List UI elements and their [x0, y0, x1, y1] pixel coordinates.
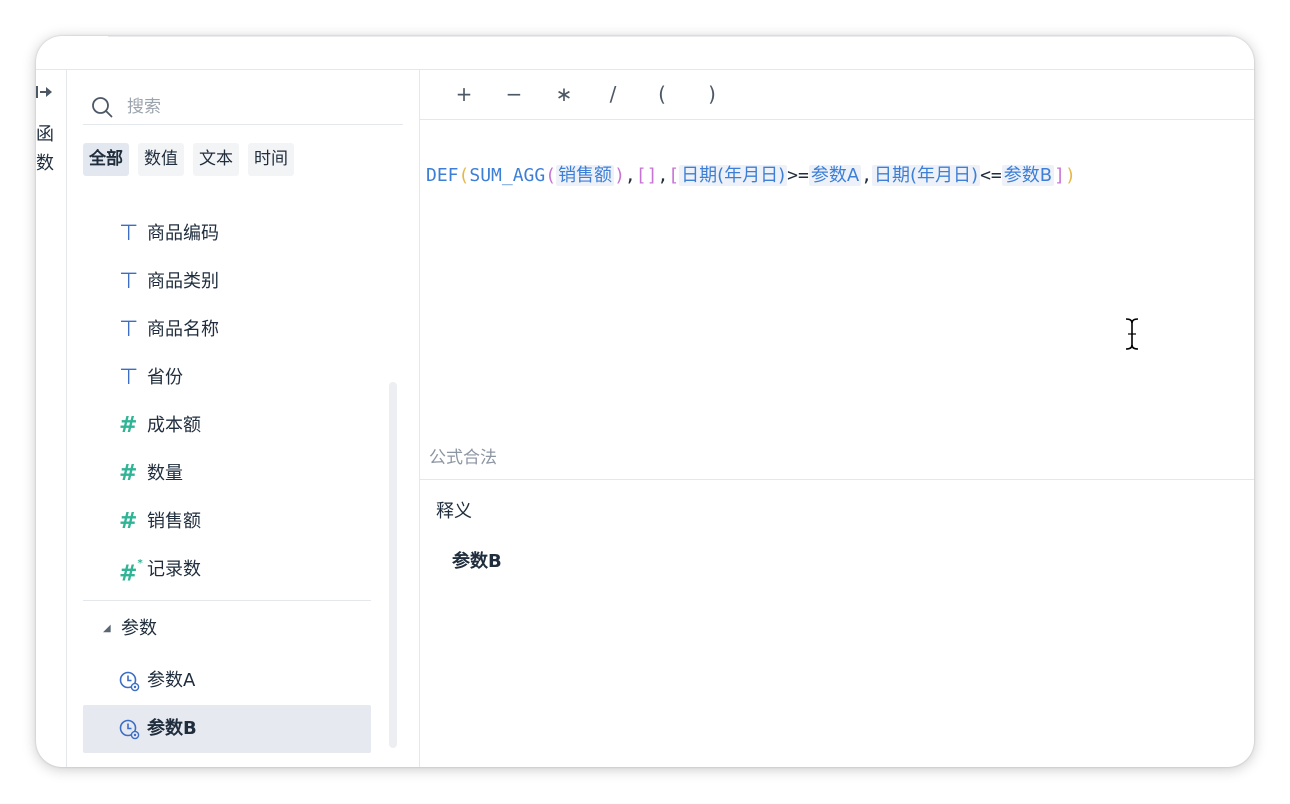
formula-param-token[interactable]: 参数B: [1001, 165, 1055, 186]
parameter-clock-icon: [119, 671, 140, 692]
formula-validation-status: 公式合法: [429, 448, 497, 468]
collapse-triangle-icon: ◢: [103, 623, 111, 634]
operator-multiply-button[interactable]: ∗: [550, 78, 578, 110]
text-type-icon: ⊤: [119, 221, 139, 246]
description-title: 释义: [436, 501, 472, 522]
param-item-b[interactable]: 参数B: [83, 705, 371, 753]
formula-field-token[interactable]: 日期(年月日): [679, 165, 788, 186]
params-group-header[interactable]: ◢ 参数: [83, 601, 371, 657]
field-list-scrollbar[interactable]: [389, 382, 397, 748]
text-type-icon: ⊤: [119, 365, 139, 390]
top-bar: [36, 36, 1254, 70]
formula-function-sum-agg: SUM_AGG: [469, 165, 546, 186]
field-item[interactable]: ⊤ 省份: [83, 354, 371, 402]
text-type-icon: ⊤: [119, 269, 139, 294]
formula-operator: <=: [980, 165, 1002, 186]
field-panel: 全部 数值 文本 时间 ⊤ 商品编码 ⊤ 商品类别 ⊤ 商品名称 ⊤ 省份: [67, 70, 420, 767]
number-type-icon: #: [119, 461, 138, 486]
param-item-a[interactable]: 参数A: [83, 657, 371, 705]
field-item[interactable]: # 成本额: [83, 402, 371, 450]
filter-number[interactable]: 数值: [138, 143, 184, 176]
function-tab-label[interactable]: 函数: [36, 120, 56, 178]
field-item[interactable]: ⊤ 商品类别: [83, 258, 371, 306]
formula-field-token[interactable]: 销售额: [556, 165, 615, 186]
formula-param-token[interactable]: 参数A: [808, 165, 862, 186]
field-item[interactable]: #* 记录数: [83, 546, 371, 594]
formula-operator: >=: [787, 165, 809, 186]
operator-toolbar: + − ∗ / ( ): [420, 70, 1254, 120]
text-cursor-icon: [1125, 318, 1139, 350]
filter-time[interactable]: 时间: [248, 143, 294, 176]
field-item[interactable]: # 销售额: [83, 498, 371, 546]
field-item[interactable]: ⊤ 商品名称: [83, 306, 371, 354]
description-item-name: 参数B: [452, 551, 502, 572]
field-item[interactable]: ⊤ 商品编码: [83, 210, 371, 258]
operator-divide-button[interactable]: /: [599, 78, 627, 110]
description-divider: [420, 479, 1254, 480]
field-item[interactable]: # 数量: [83, 450, 371, 498]
record-count-icon: #*: [119, 558, 143, 587]
number-type-icon: #: [119, 413, 138, 438]
formula-function-def: DEF: [426, 165, 459, 186]
field-list: ⊤ 商品编码 ⊤ 商品类别 ⊤ 商品名称 ⊤ 省份 # 成本额 # 数量 # 销…: [83, 210, 371, 753]
formula-editor-window: 函数 全部 数值 文本 时间 ⊤ 商品编码 ⊤ 商品类别: [36, 36, 1254, 767]
formula-editor: + − ∗ / ( ) DEF(SUM_AGG(销售额),[],[日期(年月日)…: [420, 70, 1254, 767]
formula-empty-list: []: [635, 165, 658, 186]
filter-all[interactable]: 全部: [83, 143, 129, 176]
formula-input[interactable]: DEF(SUM_AGG(销售额),[],[日期(年月日) >= 参数A, 日期(年月日…: [426, 162, 1076, 190]
operator-open-paren-button[interactable]: (: [648, 78, 676, 110]
expand-panel-icon[interactable]: [36, 84, 54, 100]
operator-close-paren-button[interactable]: ): [698, 78, 726, 110]
field-type-filters: 全部 数值 文本 时间: [83, 143, 294, 176]
operator-plus-button[interactable]: +: [450, 78, 478, 110]
parameter-clock-icon: [119, 719, 140, 740]
filter-text[interactable]: 文本: [193, 143, 239, 176]
operator-minus-button[interactable]: −: [500, 78, 528, 110]
search-icon: [92, 97, 113, 118]
formula-field-token[interactable]: 日期(年月日): [872, 165, 981, 186]
search-input[interactable]: [125, 94, 389, 120]
text-type-icon: ⊤: [119, 317, 139, 342]
function-sidebar-strip: 函数: [36, 70, 67, 767]
search-box: [83, 88, 403, 125]
number-type-icon: #: [119, 509, 138, 534]
